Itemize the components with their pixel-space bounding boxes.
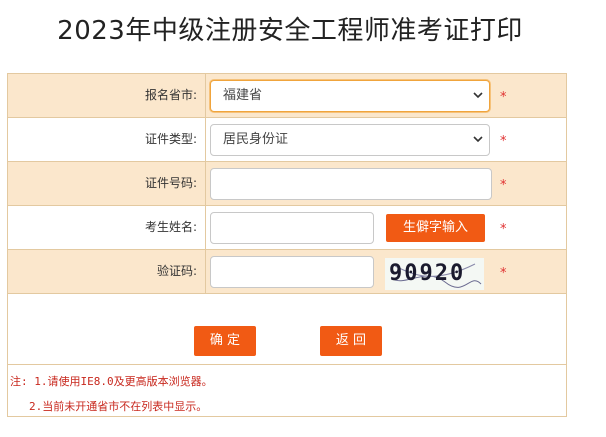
ticket-print-form: 报名省市: 福建省 * 证件类型: 居民身份证 * 证件号码: * 考生姓名: … xyxy=(7,73,567,417)
province-label: 报名省市: xyxy=(8,74,206,117)
captcha-text: 90920 xyxy=(389,261,466,286)
captcha-input[interactable] xyxy=(210,256,374,288)
row-name: 考生姓名: 生僻字输入 * xyxy=(8,206,566,250)
required-mark: * xyxy=(500,90,507,105)
province-select-value: 福建省 xyxy=(223,88,263,103)
required-mark: * xyxy=(500,266,507,281)
required-mark: * xyxy=(500,178,507,193)
page-title: 2023年中级注册安全工程师准考证打印 xyxy=(57,16,523,46)
id-type-select[interactable]: 居民身份证 xyxy=(210,124,490,156)
notes-section: 注: 1.请使用IE8.0及更高版本浏览器。 2.当前未开通省市不在列表中显示。 xyxy=(8,364,566,416)
row-id-number: 证件号码: * xyxy=(8,162,566,206)
note-line-1: 注: 1.请使用IE8.0及更高版本浏览器。 xyxy=(10,375,213,388)
confirm-button[interactable]: 确 定 xyxy=(194,326,256,356)
back-button[interactable]: 返 回 xyxy=(320,326,382,356)
chevron-down-icon xyxy=(473,136,483,143)
row-province: 报名省市: 福建省 * xyxy=(8,74,566,118)
name-input[interactable] xyxy=(210,212,374,244)
row-id-type: 证件类型: 居民身份证 * xyxy=(8,118,566,162)
captcha-label: 验证码: xyxy=(8,250,206,293)
required-mark: * xyxy=(500,222,507,237)
row-captcha: 验证码: 90920 * xyxy=(8,250,566,294)
rare-char-input-button[interactable]: 生僻字输入 xyxy=(386,214,485,242)
id-number-label: 证件号码: xyxy=(8,162,206,205)
id-number-input[interactable] xyxy=(210,168,492,200)
chevron-down-icon xyxy=(473,92,483,99)
province-select[interactable]: 福建省 xyxy=(210,80,490,112)
note-line-2: 2.当前未开通省市不在列表中显示。 xyxy=(29,400,208,413)
required-mark: * xyxy=(500,134,507,149)
captcha-image[interactable]: 90920 xyxy=(385,258,484,290)
id-type-label: 证件类型: xyxy=(8,118,206,161)
id-type-select-value: 居民身份证 xyxy=(223,132,289,147)
name-label: 考生姓名: xyxy=(8,206,206,249)
